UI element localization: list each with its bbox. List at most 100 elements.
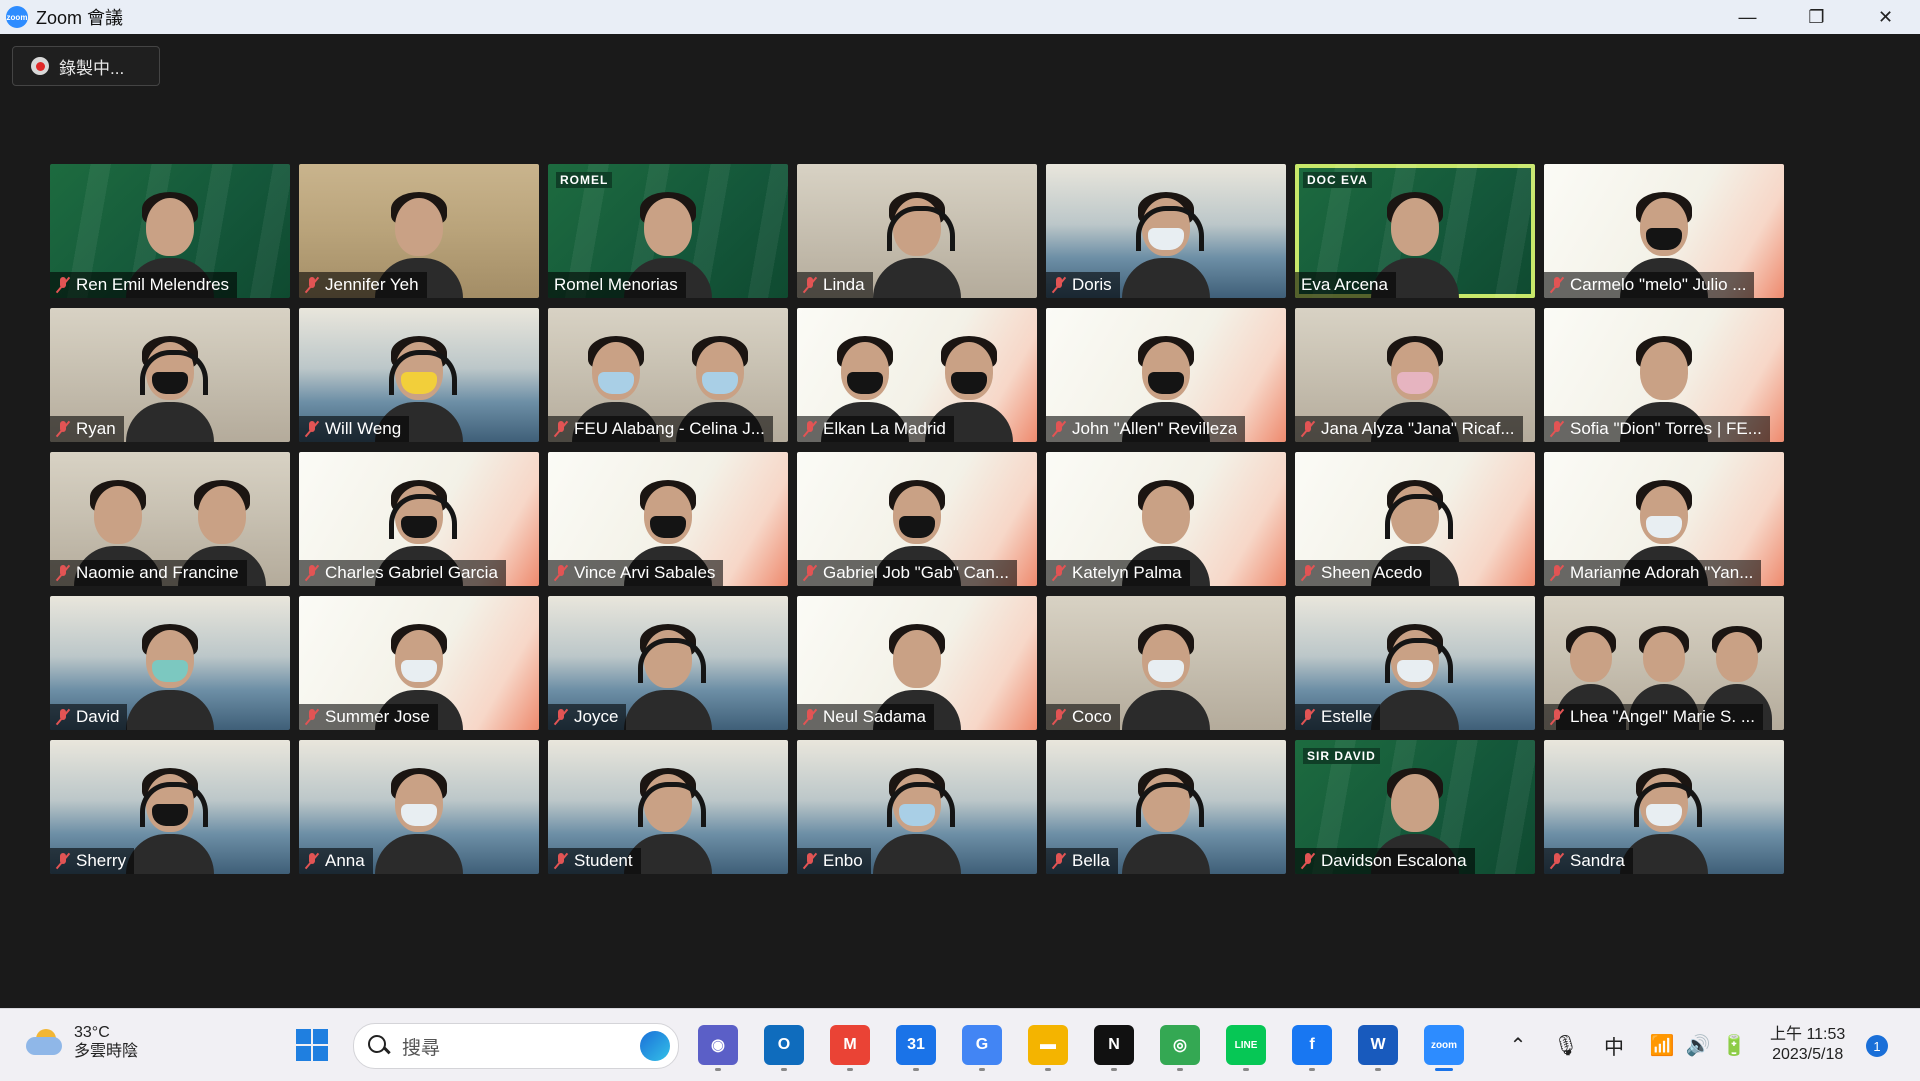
line-icon[interactable]: LINE bbox=[1226, 1025, 1266, 1071]
participant-tile[interactable]: Doris bbox=[1046, 164, 1286, 298]
notification-badge[interactable]: 1 bbox=[1866, 1035, 1888, 1057]
taskbar-search-input[interactable]: 搜尋 bbox=[353, 1023, 679, 1069]
search-placeholder: 搜尋 bbox=[402, 1037, 441, 1059]
participant-nameplate: FEU Alabang - Celina J... bbox=[548, 416, 773, 442]
restore-button[interactable]: ❐ bbox=[1782, 0, 1851, 34]
participant-nameplate: Anna bbox=[299, 848, 373, 874]
participant-tile[interactable]: Estelle bbox=[1295, 596, 1535, 730]
participant-tile[interactable]: Lhea "Angel" Marie S. ... bbox=[1544, 596, 1784, 730]
participant-tile[interactable]: Neul Sadama bbox=[797, 596, 1037, 730]
participant-tile[interactable]: Anna bbox=[299, 740, 539, 874]
participant-tile[interactable]: Sherry bbox=[50, 740, 290, 874]
participant-tile[interactable]: Ren Emil Melendres bbox=[50, 164, 290, 298]
participant-tile[interactable]: David bbox=[50, 596, 290, 730]
bing-icon[interactable] bbox=[640, 1031, 670, 1061]
title-bar: zoom Zoom 會議 — ❐ ✕ bbox=[0, 0, 1920, 34]
participant-nameplate: Neul Sadama bbox=[797, 704, 935, 730]
weather-cloud-icon bbox=[26, 1029, 64, 1055]
participant-tile[interactable]: Vince Arvi Sabales bbox=[548, 452, 788, 586]
muted-mic-icon bbox=[802, 420, 818, 438]
participant-tile[interactable]: Marianne Adorah "Yan... bbox=[1544, 452, 1784, 586]
participant-nameplate: Jennifer Yeh bbox=[299, 272, 427, 298]
running-indicator bbox=[1435, 1068, 1453, 1071]
participant-video bbox=[122, 330, 218, 442]
taskbar: 33°C 多雲時陰 搜尋 ◉ O M 31 G ▬ N ◎ LINE f Wzoom ⌃ 🎙 中 📶… bbox=[0, 1008, 1920, 1081]
gmail-icon[interactable]: M bbox=[830, 1025, 870, 1071]
participant-nameplate: Davidson Escalona bbox=[1295, 848, 1475, 874]
participant-nameplate: Will Weng bbox=[299, 416, 410, 442]
file-explorer-icon[interactable]: ▬ bbox=[1028, 1025, 1068, 1071]
muted-mic-icon bbox=[553, 852, 569, 870]
windows-start-icon[interactable] bbox=[292, 1025, 332, 1065]
google-translate-icon[interactable]: G bbox=[962, 1025, 1002, 1071]
teams-chat-icon[interactable]: ◉ bbox=[698, 1025, 738, 1071]
participant-tile[interactable]: Student bbox=[548, 740, 788, 874]
participant-tile[interactable]: Sandra bbox=[1544, 740, 1784, 874]
battery-icon[interactable]: 🔋 bbox=[1718, 1025, 1750, 1065]
muted-mic-icon bbox=[1051, 564, 1067, 582]
participant-name: Sofia "Dion" Torres | FE... bbox=[1570, 419, 1762, 438]
participant-tile[interactable]: DOC EVA Eva Arcena bbox=[1295, 164, 1535, 298]
outlook-icon[interactable]: O bbox=[764, 1025, 804, 1071]
search-icon bbox=[368, 1035, 390, 1057]
participant-tile[interactable]: Summer Jose bbox=[299, 596, 539, 730]
facebook-icon[interactable]: f bbox=[1292, 1025, 1332, 1071]
participant-name: Will Weng bbox=[325, 419, 402, 438]
ime-indicator[interactable]: 中 bbox=[1598, 1025, 1630, 1065]
participant-tile[interactable]: Jennifer Yeh bbox=[299, 164, 539, 298]
participant-tile[interactable]: Will Weng bbox=[299, 308, 539, 442]
participant-tile[interactable]: Enbo bbox=[797, 740, 1037, 874]
participant-tile[interactable]: Katelyn Palma bbox=[1046, 452, 1286, 586]
muted-mic-icon bbox=[1549, 564, 1565, 582]
participant-nameplate: Vince Arvi Sabales bbox=[548, 560, 724, 586]
recording-indicator[interactable]: 錄製中... bbox=[12, 46, 160, 86]
show-hidden-icons-icon[interactable]: ⌃ bbox=[1502, 1025, 1534, 1065]
running-indicator bbox=[1045, 1068, 1051, 1071]
participant-tile[interactable]: John "Allen" Revilleza bbox=[1046, 308, 1286, 442]
participant-tile[interactable]: SIR DAVID Davidson Escalona bbox=[1295, 740, 1535, 874]
participant-nameplate: Summer Jose bbox=[299, 704, 438, 730]
participant-tile[interactable]: Gabriel Job "Gab" Can... bbox=[797, 452, 1037, 586]
participant-tile[interactable]: Coco bbox=[1046, 596, 1286, 730]
participant-tile[interactable]: Bella bbox=[1046, 740, 1286, 874]
participant-name: Marianne Adorah "Yan... bbox=[1570, 563, 1754, 582]
participant-name: Vince Arvi Sabales bbox=[574, 563, 716, 582]
participant-tile[interactable]: Carmelo "melo" Julio ... bbox=[1544, 164, 1784, 298]
participant-name: David bbox=[76, 707, 120, 726]
participant-tile[interactable]: Elkan La Madrid bbox=[797, 308, 1037, 442]
notion-icon[interactable]: N bbox=[1094, 1025, 1134, 1071]
muted-mic-icon bbox=[802, 276, 818, 294]
system-clock[interactable]: 上午 11:53 2023/5/18 bbox=[1770, 1025, 1845, 1065]
chrome-icon[interactable]: ◎ bbox=[1160, 1025, 1200, 1071]
participant-tile[interactable]: Sofia "Dion" Torres | FE... bbox=[1544, 308, 1784, 442]
volume-icon[interactable]: 🔊 bbox=[1682, 1025, 1714, 1065]
participant-tile[interactable]: Ryan bbox=[50, 308, 290, 442]
participant-nameplate: Sheen Acedo bbox=[1295, 560, 1431, 586]
participant-name: Bella bbox=[1072, 851, 1110, 870]
participant-tile[interactable]: Jana Alyza "Jana" Ricaf... bbox=[1295, 308, 1535, 442]
muted-mic-icon bbox=[1051, 420, 1067, 438]
google-calendar-icon[interactable]: 31 bbox=[896, 1025, 936, 1071]
gmail-glyph: M bbox=[843, 1036, 857, 1053]
close-button[interactable]: ✕ bbox=[1851, 0, 1920, 34]
participant-tile[interactable]: Naomie and Francine bbox=[50, 452, 290, 586]
minimize-button[interactable]: — bbox=[1713, 0, 1782, 34]
participant-nameplate: Bella bbox=[1046, 848, 1118, 874]
muted-mic-icon bbox=[1051, 276, 1067, 294]
participant-tile[interactable]: Joyce bbox=[548, 596, 788, 730]
participant-nameplate: Elkan La Madrid bbox=[797, 416, 954, 442]
wifi-icon[interactable]: 📶 bbox=[1646, 1025, 1678, 1065]
participant-tile[interactable]: ROMEL Romel Menorias bbox=[548, 164, 788, 298]
participant-tile[interactable]: Sheen Acedo bbox=[1295, 452, 1535, 586]
participant-tile[interactable]: Charles Gabriel Garcia bbox=[299, 452, 539, 586]
participant-tile[interactable]: FEU Alabang - Celina J... bbox=[548, 308, 788, 442]
word-icon[interactable]: W bbox=[1358, 1025, 1398, 1071]
file-explorer-glyph: ▬ bbox=[1040, 1036, 1056, 1053]
participant-name: Charles Gabriel Garcia bbox=[325, 563, 498, 582]
participant-nameplate: Estelle bbox=[1295, 704, 1381, 730]
participant-tile[interactable]: Linda bbox=[797, 164, 1037, 298]
microphone-icon[interactable]: 🎙 bbox=[1550, 1025, 1582, 1065]
zoom-icon[interactable]: zoom bbox=[1424, 1025, 1464, 1071]
weather-widget[interactable]: 33°C 多雲時陰 bbox=[26, 1023, 138, 1061]
participant-name: Neul Sadama bbox=[823, 707, 927, 726]
